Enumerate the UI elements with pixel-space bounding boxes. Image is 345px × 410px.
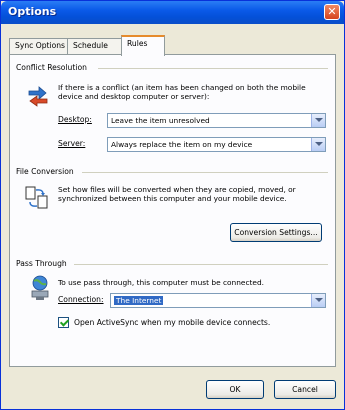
connection-select[interactable]: The Internet xyxy=(110,293,326,308)
conversion-settings-button[interactable]: Conversion Settings... xyxy=(230,223,322,242)
pass-through-group-title: Pass Through xyxy=(16,259,67,268)
chevron-down-icon[interactable] xyxy=(311,294,325,307)
window-title: Options xyxy=(8,5,57,18)
group-divider xyxy=(82,172,328,173)
server-conflict-select[interactable]: Always replace the item on my device xyxy=(107,137,326,152)
desktop-label: Desktop: xyxy=(58,115,92,124)
cancel-button[interactable]: Cancel xyxy=(274,380,336,399)
ok-button[interactable]: OK xyxy=(206,380,264,399)
network-globe-icon xyxy=(28,275,52,303)
tab-rules[interactable]: Rules xyxy=(121,35,165,56)
desktop-conflict-select[interactable]: Leave the item unresolved xyxy=(107,113,326,128)
sync-arrows-icon xyxy=(26,83,50,109)
tab-schedule[interactable]: Schedule xyxy=(67,38,122,55)
open-activesync-checkbox[interactable] xyxy=(58,317,69,328)
pass-through-description: To use pass through, this computer must … xyxy=(58,278,265,287)
open-activesync-label[interactable]: Open ActiveSync when my mobile device co… xyxy=(74,318,270,327)
chevron-down-icon[interactable] xyxy=(311,114,325,127)
conflict-description: If there is a conflict (an item has been… xyxy=(58,83,306,101)
options-dialog: Options ✕ Sync Options Schedule Rules Co… xyxy=(0,0,345,410)
file-conversion-icon xyxy=(24,185,50,213)
conflict-group-title: Conflict Resolution xyxy=(16,63,87,72)
title-bar[interactable]: Options ✕ xyxy=(1,1,344,24)
close-button[interactable]: ✕ xyxy=(324,4,340,20)
connection-label: Connection: xyxy=(58,295,104,304)
chevron-down-icon[interactable] xyxy=(311,138,325,151)
conversion-group-title: File Conversion xyxy=(16,167,74,176)
conversion-description: Set how files will be converted when the… xyxy=(58,185,296,203)
server-label: Server: xyxy=(58,139,86,148)
group-divider xyxy=(98,68,328,69)
rules-panel: Conflict Resolution If there is a confli… xyxy=(9,54,336,367)
tab-sync-options[interactable]: Sync Options xyxy=(9,38,68,55)
group-divider xyxy=(74,264,328,265)
close-icon: ✕ xyxy=(327,5,337,18)
